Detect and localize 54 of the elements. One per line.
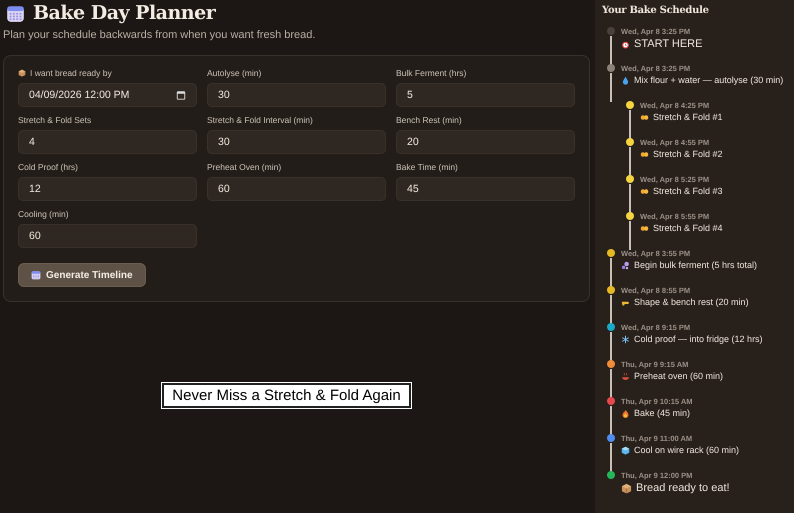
generate-button[interactable]: Generate Timeline: [18, 263, 146, 287]
box-icon: [18, 69, 26, 77]
step-label: START HERE: [634, 38, 702, 50]
step-label: Bread ready to eat!: [636, 482, 730, 494]
ice-cube-icon: [621, 446, 630, 454]
field-label: Autolyse (min): [207, 68, 262, 78]
snowflake-icon: [621, 334, 630, 344]
number-field[interactable]: 20: [396, 130, 575, 154]
step-label: Mix flour + water — autolyse (30 min): [634, 75, 784, 85]
step-label: Stretch & Fold #3: [653, 186, 723, 196]
calendar-icon[interactable]: [176, 90, 186, 100]
step-label: Stretch & Fold #2: [653, 149, 723, 159]
field-label: Cold Proof (hrs): [18, 162, 78, 172]
number-field[interactable]: 5: [396, 83, 575, 107]
field-label: I want bread ready by: [30, 68, 112, 78]
step-label: Stretch & Fold #1: [653, 112, 723, 122]
caption-banner: Never Miss a Stretch & Fold Again: [162, 383, 411, 408]
field-label: Stretch & Fold Sets: [18, 115, 92, 125]
number-field[interactable]: 30: [207, 83, 386, 107]
step-label: Bake (45 min): [634, 408, 690, 418]
number-field[interactable]: 30: [207, 130, 386, 154]
hands-icon: [640, 186, 649, 196]
number-field[interactable]: 12: [18, 177, 197, 201]
step-label: Stretch & Fold #4: [653, 223, 723, 233]
number-field[interactable]: 60: [18, 224, 197, 248]
hands-icon: [640, 224, 649, 232]
step-label: Cool on wire rack (60 min): [634, 445, 740, 455]
number-field[interactable]: 60: [207, 177, 386, 201]
number-field[interactable]: 4: [18, 130, 197, 154]
step-label: Begin bulk ferment (5 hrs total): [634, 260, 758, 270]
bubbles-icon: [621, 260, 630, 270]
calendar-icon: [31, 270, 41, 280]
step-label: Cold proof — into fridge (12 hrs): [634, 334, 763, 344]
step-label: Shape & bench rest (20 min): [634, 297, 749, 307]
water-drop-icon: [621, 76, 630, 84]
box-icon: [621, 482, 632, 494]
calendar-icon: [6, 4, 25, 22]
field-label: Bake Time (min): [396, 162, 458, 172]
hot-dish-icon: [621, 372, 630, 380]
flame-icon: [621, 408, 630, 418]
schedule-title: Your Bake Schedule: [602, 5, 710, 16]
app-title: Bake Day Planner: [33, 2, 216, 24]
hands-icon: [640, 150, 649, 158]
field-label: Bench Rest (min): [396, 115, 462, 125]
field-label: Bulk Ferment (hrs): [396, 68, 466, 78]
datetime-field[interactable]: 04/09/2026 12:00 PM: [18, 83, 197, 107]
subtitle: Plan your schedule backwards from when you want fresh bread.: [3, 29, 316, 41]
step-label: Preheat oven (60 min): [634, 371, 724, 381]
field-label: Cooling (min): [18, 209, 69, 219]
field-label: Stretch & Fold Interval (min): [207, 115, 313, 125]
number-field[interactable]: 45: [396, 177, 575, 201]
alarm-clock-icon: [621, 40, 630, 48]
field-label: Preheat Oven (min): [207, 162, 282, 172]
hands-icon: [640, 112, 649, 122]
